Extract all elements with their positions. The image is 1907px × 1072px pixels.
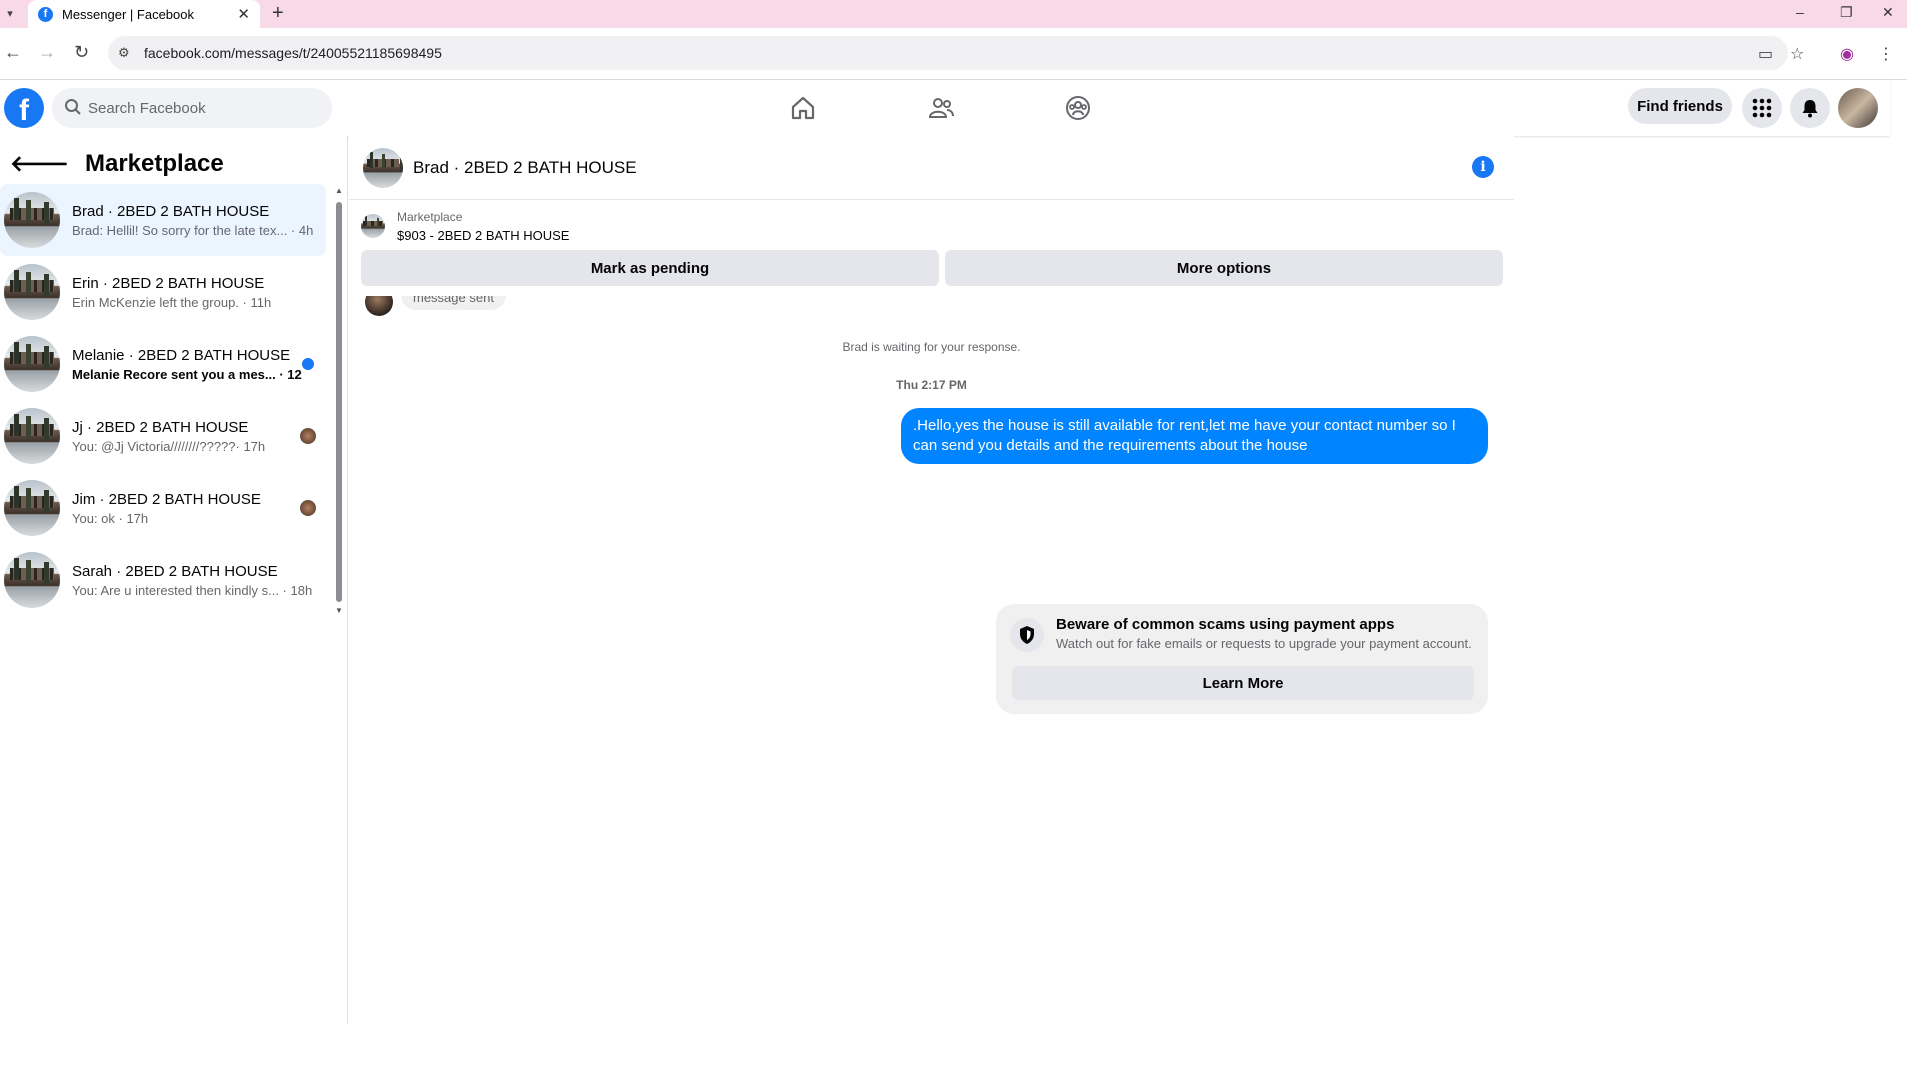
browser-menu-icon[interactable]: ⋮ [1878,44,1894,64]
house-thumbnail [4,552,60,608]
tab-search-icon[interactable]: ▾ [0,2,20,24]
more-options-button[interactable]: More options [945,250,1503,286]
scam-warning-description: Watch out for fake emails or requests to… [1056,636,1472,651]
conversation-preview: Brad: Hellil! So sorry for the late tex.… [72,222,314,238]
sidebar-scrollbar[interactable]: ▲ ▼ [334,186,344,616]
house-thumbnail [4,264,60,320]
search-placeholder: Search Facebook [88,99,206,117]
conversation-item-brad[interactable]: Brad · 2BED 2 BATH HOUSE Brad: Hellil! S… [0,184,326,256]
conversation-preview: Erin McKenzie left the group. · 11h [72,294,272,310]
conversation-item-sarah[interactable]: Sarah · 2BED 2 BATH HOUSE You: Are u int… [0,544,326,616]
house-thumbnail[interactable] [363,147,403,188]
conversation-name: Melanie · 2BED 2 BATH HOUSE [72,346,291,364]
waiting-notice: Brad is waiting for your response. [842,340,1021,354]
house-thumbnail [361,214,385,238]
house-thumbnail [4,480,60,536]
seen-avatar [300,500,316,516]
facebook-logo-icon[interactable]: f [4,88,44,128]
browser-tab-strip: ▾ f Messenger | Facebook ✕ + – ❐ ✕ [0,0,1907,28]
facebook-favicon-icon: f [38,6,53,22]
close-window-button[interactable]: ✕ [1882,4,1894,21]
notifications-bell-icon[interactable] [1790,88,1830,128]
home-icon[interactable] [789,94,817,122]
groups-icon[interactable] [1064,94,1092,122]
site-info-icon[interactable]: ⚙ [118,45,130,61]
marketplace-label: Marketplace [397,210,463,224]
shield-icon [1010,618,1044,652]
conversation-name: Erin · 2BED 2 BATH HOUSE [72,274,265,292]
account-avatar[interactable] [1838,88,1878,128]
conversation-item-jj[interactable]: Jj · 2BED 2 BATH HOUSE You: @Jj Victoria… [0,400,326,472]
facebook-header: f Search Facebook Find friends [0,80,1890,136]
sidebar-header: 🡐 Marketplace [10,150,224,178]
menu-grid-icon[interactable] [1742,88,1782,128]
learn-more-button[interactable]: Learn More [1012,666,1474,700]
back-arrow-icon[interactable]: 🡐 [10,151,69,177]
back-arrow-icon[interactable]: ← [4,42,22,63]
scrollbar-thumb[interactable] [336,202,342,602]
house-thumbnail [4,192,60,248]
conversation-preview: You: @Jj Victoria////////?????· 17h [72,438,266,454]
scroll-up-icon[interactable]: ▲ [335,186,343,195]
scroll-down-icon[interactable]: ▼ [335,606,343,615]
conversation-item-jim[interactable]: Jim · 2BED 2 BATH HOUSE You: ok · 17h [0,472,326,544]
house-thumbnail [4,336,60,392]
install-app-icon[interactable]: ▭ [1758,44,1773,64]
sender-avatar [365,296,393,316]
listing-price-title[interactable]: $903 - 2BED 2 BATH HOUSE [397,228,569,243]
bookmark-star-icon[interactable]: ☆ [1790,44,1804,64]
house-thumbnail [4,408,60,464]
conversation-preview: You: Are u interested then kindly s... ·… [72,582,313,598]
profile-icon[interactable]: ◉ [1840,44,1854,64]
tab-title: Messenger | Facebook [62,6,194,22]
facebook-search-input[interactable]: Search Facebook [52,88,332,128]
info-icon[interactable]: i [1472,156,1494,178]
tab-close-icon[interactable]: ✕ [237,5,250,23]
timestamp: Thu 2:17 PM [896,378,967,392]
maximize-button[interactable]: ❐ [1840,4,1853,21]
reload-icon[interactable]: ↻ [74,42,89,63]
partial-message-bubble: message sent [401,296,506,310]
conversation-item-melanie[interactable]: Melanie · 2BED 2 BATH HOUSE Melanie Reco… [0,328,326,400]
find-friends-button[interactable]: Find friends [1628,88,1732,124]
message-list: message sent Brad is waiting for your re… [349,296,1514,962]
url-input[interactable]: facebook.com/messages/t/2400552118569849… [108,36,1788,70]
conversation-preview: Melanie Recore sent you a mes... · 12h [72,366,302,382]
address-bar-row: ← → ↻ facebook.com/messages/t/2400552118… [0,28,1907,80]
new-tab-button[interactable]: + [272,2,284,25]
conversation-sidebar: 🡐 Marketplace Brad · 2BED 2 BATH HOUSE B… [0,136,348,1024]
conversation-name: Jim · 2BED 2 BATH HOUSE [72,490,261,508]
scam-warning-card: Beware of common scams using payment app… [996,604,1488,714]
browser-tab-messenger[interactable]: f Messenger | Facebook ✕ [28,0,260,28]
mark-as-pending-button[interactable]: Mark as pending [361,250,939,286]
marketplace-listing-bar: Marketplace $903 - 2BED 2 BATH HOUSE Mar… [349,200,1514,296]
chat-panel: Brad · 2BED 2 BATH HOUSE i Marketplace $… [349,136,1514,1024]
sidebar-title: Marketplace [85,150,224,177]
scam-warning-title: Beware of common scams using payment app… [1056,616,1395,633]
outgoing-message[interactable]: .Hello,yes the house is still available … [901,408,1488,464]
conversation-name: Brad · 2BED 2 BATH HOUSE [72,202,270,220]
conversation-preview: You: ok · 17h [72,510,149,526]
chat-title[interactable]: Brad · 2BED 2 BATH HOUSE [413,158,637,178]
forward-arrow-icon[interactable]: → [38,42,56,63]
unread-dot-icon [302,358,314,370]
conversation-name: Sarah · 2BED 2 BATH HOUSE [72,562,278,580]
conversation-item-erin[interactable]: Erin · 2BED 2 BATH HOUSE Erin McKenzie l… [0,256,326,328]
minimize-button[interactable]: – [1796,4,1804,20]
search-icon [65,99,81,115]
friends-icon[interactable] [927,94,955,122]
chat-header: Brad · 2BED 2 BATH HOUSE i [349,136,1514,200]
conversation-name: Jj · 2BED 2 BATH HOUSE [72,418,249,436]
seen-avatar [300,428,316,444]
